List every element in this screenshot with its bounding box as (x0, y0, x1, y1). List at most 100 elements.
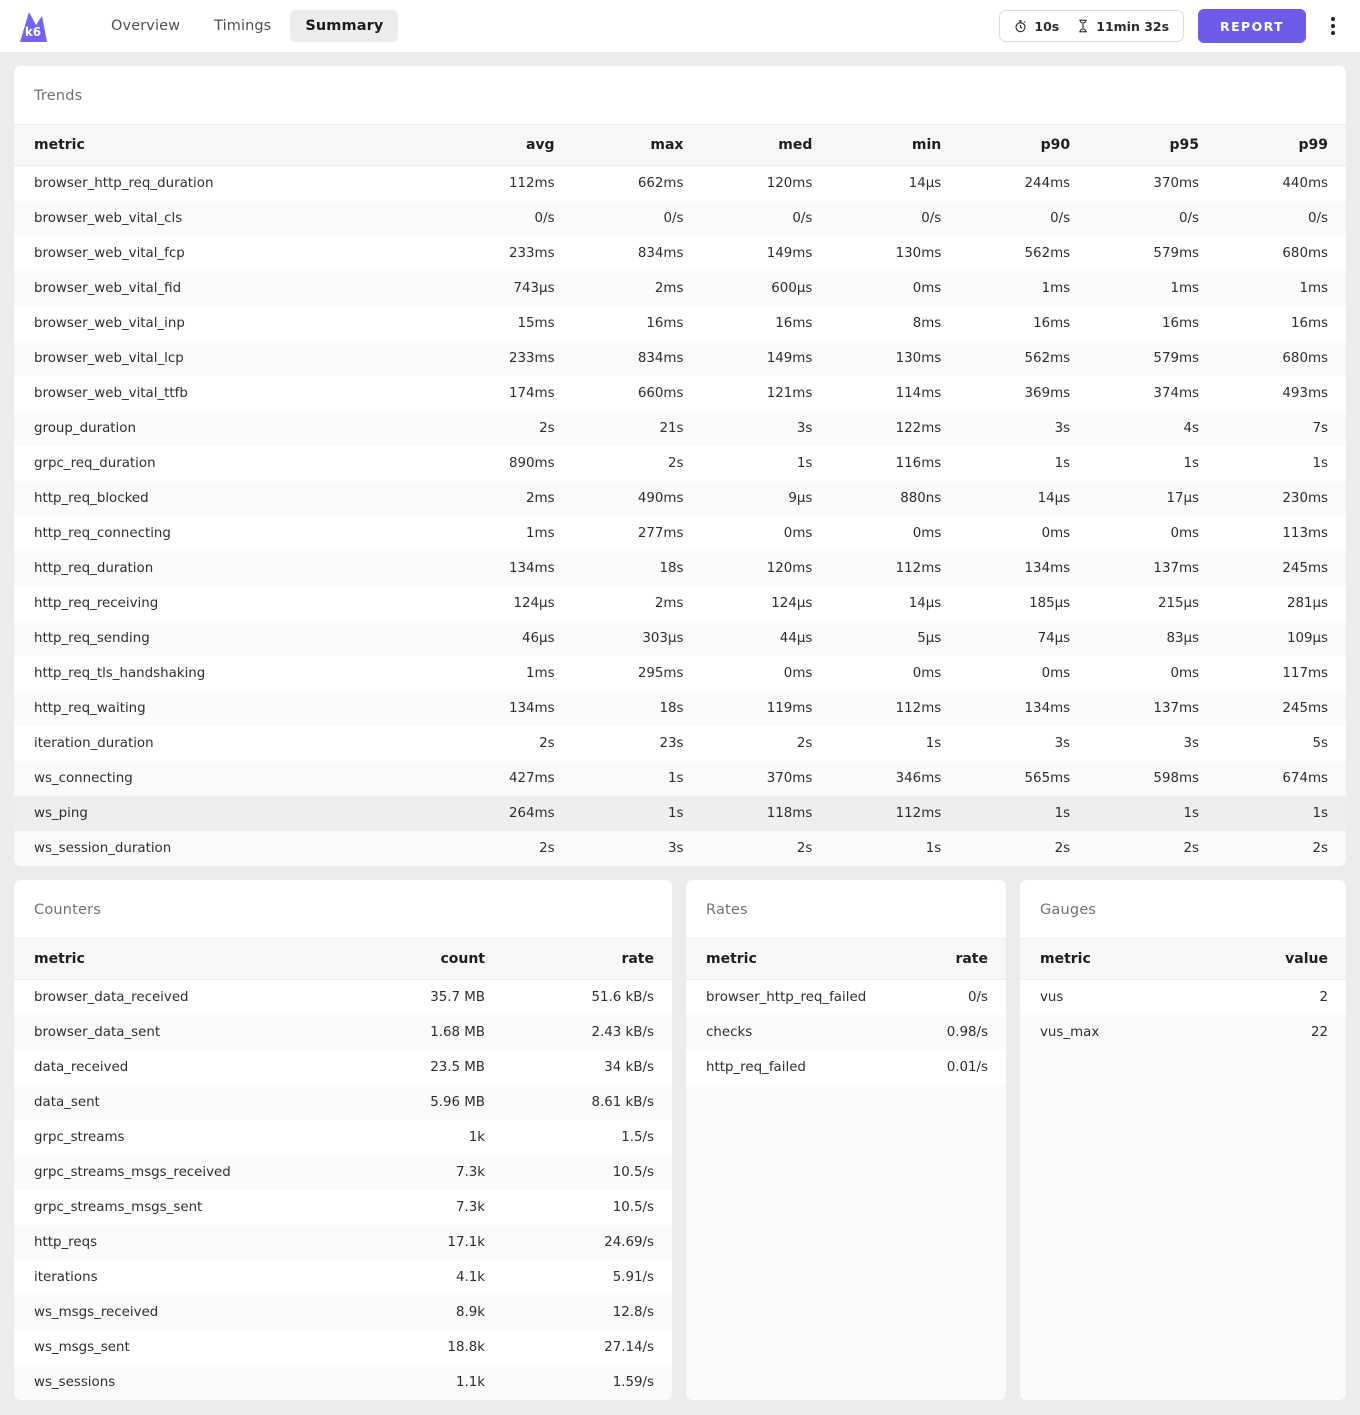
table-row[interactable]: http_req_failed 0.01/s (686, 1050, 1006, 1085)
cell-p95: 215µs (1157, 596, 1200, 611)
table-row[interactable]: ws_sessions 1.1k 1.59/s (14, 1365, 672, 1400)
table-row[interactable]: browser_web_vital_lcp 233ms 834ms 149ms 130m… (14, 341, 1346, 376)
table-row[interactable]: browser_web_vital_fcp 233ms 834ms 149ms 130m… (14, 236, 1346, 271)
table-row[interactable]: data_received 23.5 MB 34 kB/s (14, 1050, 672, 1085)
cell-metric-name: grpc_req_duration (34, 456, 156, 471)
table-row[interactable]: iteration_duration 2s 23s 2s 1s 3s 3s 5s (14, 726, 1346, 761)
cell-rate: 2.43 kB/s (591, 1025, 654, 1040)
cell-metric-name: http_req_receiving (34, 596, 159, 611)
col-header-p99[interactable]: p99 (1217, 124, 1346, 166)
table-row[interactable]: http_req_tls_handshaking 1ms 295ms 0ms 0ms 0m… (14, 656, 1346, 691)
col-header-count[interactable]: count (334, 938, 503, 980)
cell-count: 8.9k (455, 1305, 485, 1320)
cell-p90: 565ms (1024, 771, 1071, 786)
table-row[interactable]: ws_session_duration 2s 3s 2s 1s 2s 2s 2s (14, 831, 1346, 866)
cell-med: 2s (796, 736, 813, 751)
elapsed-time[interactable]: 11min 32s (1077, 19, 1169, 34)
counters-panel: Counters metric count rate browser_data_… (14, 880, 672, 1400)
table-row[interactable]: vus 2 (1020, 979, 1346, 1015)
table-row[interactable]: data_sent 5.96 MB 8.61 kB/s (14, 1085, 672, 1120)
table-row[interactable]: browser_web_vital_ttfb 174ms 660ms 121ms 114… (14, 376, 1346, 411)
table-row[interactable]: ws_ping 264ms 1s 118ms 112ms 1s 1s 1s (14, 796, 1346, 831)
table-row[interactable]: checks 0.98/s (686, 1015, 1006, 1050)
table-row[interactable]: grpc_req_duration 890ms 2s 1s 116ms 1s 1s 1s (14, 446, 1346, 481)
table-row[interactable]: browser_data_sent 1.68 MB 2.43 kB/s (14, 1015, 672, 1050)
table-row[interactable]: http_req_receiving 124µs 2ms 124µs 14µs 185µs… (14, 586, 1346, 621)
tab-timings[interactable]: Timings (199, 10, 286, 42)
cell-max: 660ms (637, 386, 684, 401)
refresh-interval[interactable]: 10s (1014, 19, 1059, 34)
cell-p99: 1s (1312, 456, 1329, 471)
cell-p95: 3s (1183, 736, 1200, 751)
cell-p90: 185µs (1029, 596, 1071, 611)
col-header-avg[interactable]: avg (443, 124, 573, 166)
col-header-value[interactable]: value (1213, 938, 1346, 980)
cell-p95: 137ms (1153, 561, 1200, 576)
tab-summary[interactable]: Summary (290, 10, 399, 42)
table-row[interactable]: http_reqs 17.1k 24.69/s (14, 1225, 672, 1260)
counters-table: metric count rate browser_data_received 3… (14, 938, 672, 1400)
toolbar: 10s 11min 32s REPORT (999, 9, 1346, 43)
table-row[interactable]: http_req_blocked 2ms 490ms 9µs 880ns 14µs 17µs… (14, 481, 1346, 516)
gauges-panel-title: Gauges (1040, 902, 1097, 918)
table-row[interactable]: http_req_connecting 1ms 277ms 0ms 0ms 0ms 0ms 1… (14, 516, 1346, 551)
table-row[interactable]: ws_msgs_sent 18.8k 27.14/s (14, 1330, 672, 1365)
col-header-p95[interactable]: p95 (1088, 124, 1218, 166)
table-row[interactable]: browser_data_received 35.7 MB 51.6 kB/s (14, 979, 672, 1015)
table-row[interactable]: browser_http_req_duration 112ms 662ms 120ms… (14, 165, 1346, 201)
tab-overview[interactable]: Overview (96, 10, 195, 42)
cell-count: 7.3k (455, 1165, 485, 1180)
table-row[interactable]: vus_max 22 (1020, 1015, 1346, 1050)
table-row[interactable]: ws_connecting 427ms 1s 370ms 346ms 565ms 598ms… (14, 761, 1346, 796)
k6-logo[interactable]: k6 (12, 7, 54, 45)
col-header-rate[interactable]: rate (876, 938, 1006, 980)
col-header-min[interactable]: min (830, 124, 960, 166)
table-row[interactable]: http_req_waiting 134ms 18s 119ms 112ms 134ms 1… (14, 691, 1346, 726)
col-header-metric[interactable]: metric (1020, 938, 1214, 980)
table-row[interactable]: iterations 4.1k 5.91/s (14, 1260, 672, 1295)
cell-min: 0ms (912, 526, 942, 541)
table-row[interactable]: http_req_sending 46µs 303µs 44µs 5µs 74µs 83µs… (14, 621, 1346, 656)
table-row[interactable]: grpc_streams_msgs_sent 7.3k 10.5/s (14, 1190, 672, 1225)
table-row[interactable]: browser_http_req_failed 0/s (686, 979, 1006, 1015)
cell-p99: 1ms (1299, 281, 1328, 296)
cell-avg: 174ms (508, 386, 555, 401)
table-row[interactable]: browser_web_vital_fid 743µs 2ms 600µs 0ms 1ms… (14, 271, 1346, 306)
table-row[interactable]: http_req_duration 134ms 18s 120ms 112ms 134ms… (14, 551, 1346, 586)
col-header-metric[interactable]: metric (686, 938, 876, 980)
cell-p95: 83µs (1166, 631, 1200, 646)
col-header-metric[interactable]: metric (14, 938, 334, 980)
cell-avg: 427ms (508, 771, 555, 786)
cell-avg: 233ms (508, 351, 555, 366)
cell-min: 0/s (921, 211, 942, 226)
cell-max: 23s (659, 736, 684, 751)
cell-p99: 113ms (1282, 526, 1328, 541)
kebab-menu-icon[interactable] (1320, 9, 1346, 43)
table-row[interactable]: ws_msgs_received 8.9k 12.8/s (14, 1295, 672, 1330)
table-row[interactable]: browser_web_vital_cls 0/s 0/s 0/s 0/s 0/s 0/s 0… (14, 201, 1346, 236)
cell-rate: 5.91/s (612, 1270, 654, 1285)
cell-min: 112ms (895, 561, 942, 576)
table-header-row: metric count rate (14, 938, 672, 980)
table-row[interactable]: grpc_streams 1k 1.5/s (14, 1120, 672, 1155)
time-chip[interactable]: 10s 11min 32s (999, 10, 1185, 42)
table-row[interactable]: browser_web_vital_inp 15ms 16ms 16ms 8ms 16ms… (14, 306, 1346, 341)
gauges-table-body: vus 2 vus_max 22 (1020, 979, 1346, 1050)
cell-count: 7.3k (455, 1200, 485, 1215)
col-header-rate[interactable]: rate (503, 938, 672, 980)
report-button[interactable]: REPORT (1198, 9, 1306, 43)
cell-p90: 3s (1054, 736, 1071, 751)
cell-max: 18s (659, 701, 684, 716)
cell-med: 0/s (792, 211, 813, 226)
cell-avg: 124µs (513, 596, 555, 611)
col-header-med[interactable]: med (701, 124, 831, 166)
table-row[interactable]: group_duration 2s 21s 3s 122ms 3s 4s 7s (14, 411, 1346, 446)
col-header-metric[interactable]: metric (14, 124, 444, 166)
rates-panel: Rates metric rate browser_http_req_faile… (686, 880, 1006, 1400)
trends-panel: Trends metric avg max med min p90 p95 p9… (14, 66, 1346, 866)
cell-metric-name: ws_ping (34, 806, 88, 821)
col-header-max[interactable]: max (572, 124, 702, 166)
cell-p90: 369ms (1024, 386, 1071, 401)
col-header-p90[interactable]: p90 (959, 124, 1089, 166)
table-row[interactable]: grpc_streams_msgs_received 7.3k 10.5/s (14, 1155, 672, 1190)
